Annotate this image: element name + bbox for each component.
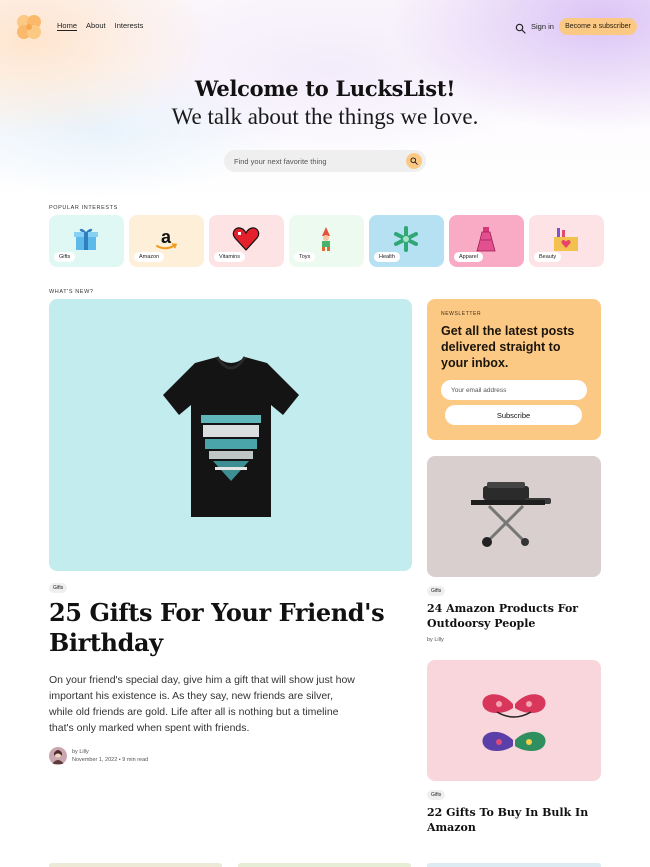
health-icon: [394, 226, 418, 252]
interest-label: Gifts: [54, 252, 76, 262]
grill-image: [471, 482, 551, 547]
dress-icon: [476, 227, 496, 252]
clover-logo-icon[interactable]: [13, 11, 45, 43]
interest-label: Health: [374, 252, 400, 262]
interest-card-gifts[interactable]: Gifts: [49, 215, 124, 267]
svg-text:a: a: [161, 227, 172, 247]
hero-title: Welcome to LucksList!: [194, 76, 456, 101]
email-field[interactable]: [441, 380, 587, 400]
post-title[interactable]: 22 Gifts To Buy In Bulk In Amazon: [427, 805, 597, 835]
butterfly-image: [482, 694, 546, 751]
whats-new-label: WHAT'S NEW?: [49, 289, 94, 295]
nav-about-link[interactable]: About: [86, 21, 106, 30]
category-tag[interactable]: Gifts: [427, 790, 446, 800]
featured-post-excerpt: On your friend's special day, give him a…: [49, 674, 355, 734]
site-header: Home About Interests Sign in Become a su…: [0, 0, 650, 54]
category-tag[interactable]: Gifts: [49, 583, 68, 593]
search-icon[interactable]: [515, 21, 526, 34]
newsletter-headline: Get all the latest posts delivered strai…: [441, 324, 575, 370]
search-submit-button[interactable]: [406, 153, 422, 169]
author-name[interactable]: by Lilly: [427, 637, 444, 643]
author-name[interactable]: by Lilly: [72, 749, 89, 755]
interest-label: Beauty: [534, 252, 562, 262]
newsletter-card: NEWSLETTER Get all the latest posts deli…: [427, 299, 601, 440]
cosmetics-icon: [554, 228, 578, 251]
next-post-card[interactable]: [238, 863, 411, 867]
hero-search-bar: [224, 150, 426, 172]
interest-card-amazon[interactable]: a Amazon: [129, 215, 204, 267]
toy-icon: [322, 227, 330, 251]
main-nav: Home About Interests: [57, 21, 143, 30]
nav-interests-link[interactable]: Interests: [115, 21, 144, 30]
interest-label: Vitamins: [214, 252, 245, 262]
interests-row: Gifts a Amazon Vitamins Toys Health Appa…: [49, 215, 604, 267]
post-title[interactable]: 24 Amazon Products For Outdoorsy People: [427, 601, 597, 631]
heart-icon: [232, 227, 260, 251]
gift-icon: [74, 228, 98, 250]
interest-label: Toys: [294, 252, 316, 262]
subscribe-button[interactable]: Subscribe: [445, 405, 582, 425]
amazon-logo-icon: a: [156, 227, 178, 250]
interest-card-health[interactable]: Health: [369, 215, 444, 267]
interest-label: Amazon: [134, 252, 165, 262]
next-post-card[interactable]: [49, 863, 222, 867]
post-meta: November 1, 2022 • 9 min read: [72, 757, 149, 763]
tshirt-image: [163, 356, 299, 517]
interest-card-apparel[interactable]: Apparel: [449, 215, 524, 267]
interest-card-toys[interactable]: Toys: [289, 215, 364, 267]
featured-post-image[interactable]: [49, 299, 412, 571]
become-subscriber-button[interactable]: Become a subscriber: [559, 18, 637, 35]
author-avatar[interactable]: [49, 747, 67, 765]
popular-interests-label: POPULAR INTERESTS: [49, 205, 118, 211]
post-image-bulk[interactable]: [427, 660, 601, 781]
featured-post-title[interactable]: 25 Gifts For Your Friend's Birthday: [49, 598, 409, 658]
newsletter-eyebrow: NEWSLETTER: [441, 311, 482, 317]
post-image-outdoorsy[interactable]: [427, 456, 601, 577]
interest-card-vitamins[interactable]: Vitamins: [209, 215, 284, 267]
interest-card-beauty[interactable]: Beauty: [529, 215, 604, 267]
interest-label: Apparel: [454, 252, 483, 262]
next-post-card[interactable]: [427, 863, 601, 867]
category-tag[interactable]: Gifts: [427, 586, 446, 596]
nav-home-link[interactable]: Home: [57, 21, 77, 30]
hero-subtitle: We talk about the things we love.: [171, 104, 479, 129]
search-icon: [410, 157, 418, 165]
hero-search-input[interactable]: [234, 154, 404, 168]
sign-in-link[interactable]: Sign in: [531, 22, 554, 31]
